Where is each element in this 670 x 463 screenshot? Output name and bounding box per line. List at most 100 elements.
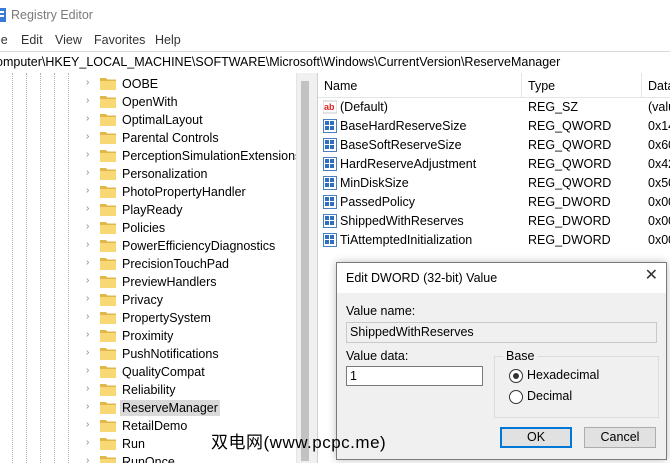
menu-edit[interactable]: Edit	[21, 33, 43, 47]
chevron-right-icon[interactable]: ›	[86, 347, 96, 359]
chevron-right-icon[interactable]: ›	[86, 329, 96, 341]
chevron-right-icon[interactable]: ›	[86, 365, 96, 377]
chevron-right-icon[interactable]: ›	[86, 383, 96, 395]
tree-item-label: PlayReady	[122, 203, 183, 217]
folder-icon	[100, 348, 116, 360]
menu-favorites[interactable]: Favorites	[94, 33, 145, 47]
value-row[interactable]: BaseSoftReserveSize REG_QWORD 0x60	[318, 136, 670, 155]
chevron-right-icon[interactable]: ›	[86, 437, 96, 449]
chevron-right-icon[interactable]: ›	[86, 203, 96, 215]
value-type: REG_SZ	[528, 100, 579, 114]
address-path[interactable]: omputer\HKEY_LOCAL_MACHINE\SOFTWARE\Micr…	[0, 55, 560, 69]
value-row[interactable]: HardReserveAdjustment REG_QWORD 0x42	[318, 155, 670, 174]
value-row[interactable]: ShippedWithReserves REG_DWORD 0x00	[318, 212, 670, 231]
ok-button[interactable]: OK	[500, 427, 572, 448]
folder-icon	[100, 168, 116, 180]
close-icon[interactable]: ✕	[645, 267, 658, 285]
value-name: BaseSoftReserveSize	[340, 138, 462, 152]
binary-value-icon	[323, 214, 337, 228]
value-row[interactable]: MinDiskSize REG_QWORD 0x50	[318, 174, 670, 193]
chevron-right-icon[interactable]: ›	[86, 95, 96, 107]
chevron-right-icon[interactable]: ›	[86, 185, 96, 197]
cancel-button[interactable]: Cancel	[584, 427, 656, 448]
value-type: REG_DWORD	[528, 195, 611, 209]
tree-guide-line	[40, 73, 41, 463]
chevron-right-icon[interactable]: ›	[86, 257, 96, 269]
column-divider[interactable]	[521, 73, 522, 97]
tree-item-label: Policies	[122, 221, 166, 235]
key-tree[interactable]: › OOBE › OpenWith › OptimalLayout › Parental Co…	[0, 73, 296, 463]
column-name[interactable]: Name	[324, 79, 357, 93]
chevron-right-icon[interactable]: ›	[86, 293, 96, 305]
tree-guide-line	[26, 73, 27, 463]
regedit-icon	[0, 8, 6, 22]
chevron-right-icon[interactable]: ›	[86, 221, 96, 233]
dialog-body: Value name: ShippedWithReserves Value da…	[337, 293, 666, 459]
menu-view[interactable]: View	[55, 33, 82, 47]
chevron-right-icon[interactable]: ›	[86, 167, 96, 179]
chevron-right-icon[interactable]: ›	[86, 77, 96, 89]
folder-icon	[100, 402, 116, 414]
binary-value-icon	[323, 176, 337, 190]
folder-icon	[100, 114, 116, 126]
decimal-label[interactable]: Decimal	[527, 389, 572, 403]
column-type[interactable]: Type	[528, 79, 555, 93]
hexadecimal-label[interactable]: Hexadecimal	[527, 368, 599, 382]
value-row[interactable]: ab (Default) REG_SZ (valu	[318, 98, 670, 117]
tree-item-label: Reliability	[122, 383, 176, 397]
column-data[interactable]: Data	[648, 79, 670, 93]
tree-item-label: Privacy	[122, 293, 163, 307]
value-type: REG_QWORD	[528, 119, 612, 133]
value-data: 0x50	[648, 176, 670, 190]
folder-icon	[100, 132, 116, 144]
tree-item-label: OpenWith	[122, 95, 178, 109]
binary-value-icon	[323, 233, 337, 247]
tree-scrollbar-thumb[interactable]	[301, 81, 309, 461]
svg-text:ab: ab	[324, 102, 335, 112]
tree-guide-line	[68, 73, 69, 463]
chevron-right-icon[interactable]: ›	[86, 311, 96, 323]
tree-item-label: OOBE	[122, 77, 159, 91]
chevron-right-icon[interactable]: ›	[86, 113, 96, 125]
tree-item-label: RunOnce	[122, 455, 175, 463]
hexadecimal-radio[interactable]	[509, 369, 523, 383]
address-bar[interactable]: omputer\HKEY_LOCAL_MACHINE\SOFTWARE\Micr…	[0, 51, 670, 74]
value-name: (Default)	[340, 100, 388, 114]
value-type: REG_QWORD	[528, 176, 612, 190]
decimal-radio[interactable]	[509, 390, 523, 404]
chevron-right-icon[interactable]: ›	[86, 455, 96, 463]
folder-icon	[100, 222, 116, 234]
title-bar: Registry Editor	[0, 0, 670, 30]
folder-icon	[100, 384, 116, 396]
menu-help[interactable]: Help	[155, 33, 181, 47]
tree-scrollbar[interactable]	[296, 73, 314, 463]
value-row[interactable]: PassedPolicy REG_DWORD 0x00	[318, 193, 670, 212]
value-data-input[interactable]	[346, 366, 483, 386]
tree-item-label: PerceptionSimulationExtensions	[122, 149, 296, 163]
list-header: Name Type Data	[318, 73, 670, 98]
chevron-right-icon[interactable]: ›	[86, 419, 96, 431]
value-row[interactable]: TiAttemptedInitialization REG_DWORD 0x00	[318, 231, 670, 250]
value-row[interactable]: BaseHardReserveSize REG_QWORD 0x14	[318, 117, 670, 136]
value-type: REG_DWORD	[528, 233, 611, 247]
tree-guide-line	[12, 73, 13, 463]
tree-item-label: RetailDemo	[122, 419, 188, 433]
value-data: 0x00	[648, 195, 670, 209]
chevron-right-icon[interactable]: ›	[86, 149, 96, 161]
value-name-text: ShippedWithReserves	[350, 325, 474, 339]
column-divider[interactable]	[641, 73, 642, 97]
chevron-right-icon[interactable]: ›	[86, 131, 96, 143]
window-title: Registry Editor	[11, 8, 93, 22]
chevron-right-icon[interactable]: ›	[86, 401, 96, 413]
tree-item-label: Proximity	[122, 329, 174, 343]
value-data: 0x42	[648, 157, 670, 171]
chevron-right-icon[interactable]: ›	[86, 239, 96, 251]
tree-item-label: QualityCompat	[122, 365, 205, 379]
chevron-right-icon[interactable]: ›	[86, 275, 96, 287]
value-name: ShippedWithReserves	[340, 214, 464, 228]
folder-icon	[100, 330, 116, 342]
tree-item-label: PrecisionTouchPad	[122, 257, 230, 271]
value-name: MinDiskSize	[340, 176, 409, 190]
watermark: 双电网(www.pcpc.me)	[211, 433, 387, 452]
menu-file[interactable]: le	[0, 33, 8, 47]
